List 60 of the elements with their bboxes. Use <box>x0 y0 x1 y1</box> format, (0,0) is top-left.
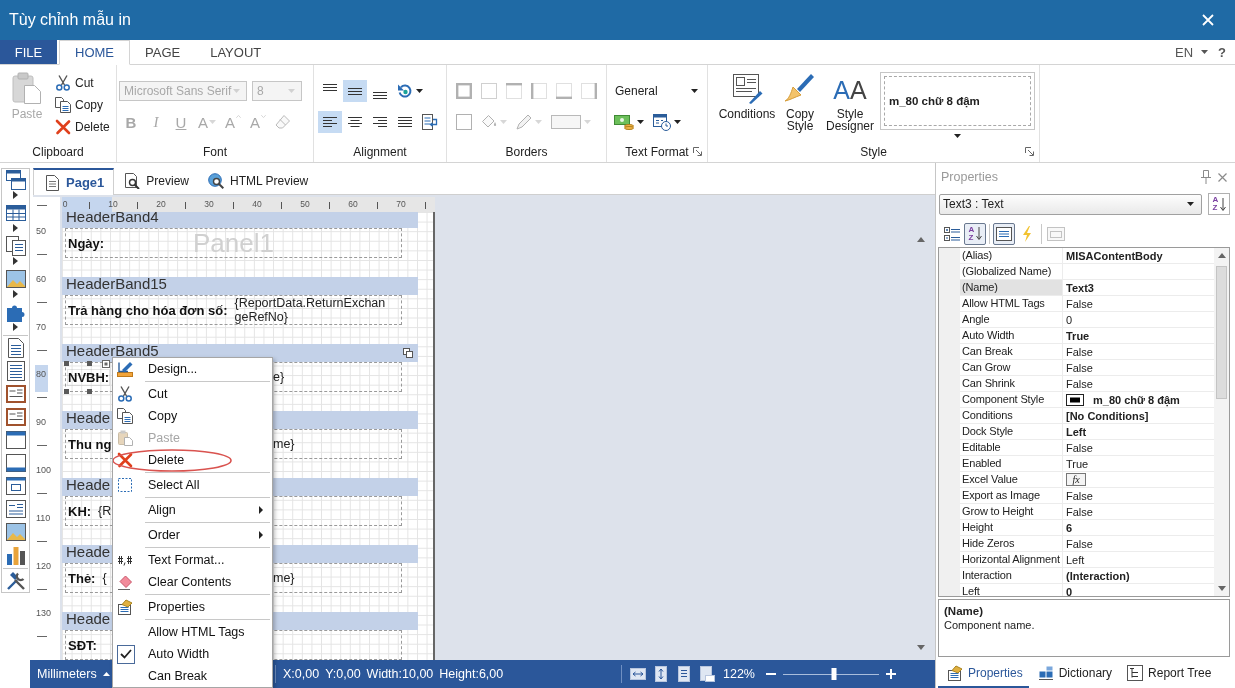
property-value: Text3 <box>1066 281 1094 294</box>
group-label: Borders <box>505 145 548 159</box>
property-value: Left <box>1066 553 1085 566</box>
group-label: Text Format <box>625 145 689 159</box>
band-title: HeaderBand4 <box>66 212 159 223</box>
band-title: Heade <box>66 411 111 424</box>
ruler-number: 10 <box>108 199 118 209</box>
description-title: (Name) <box>944 605 983 617</box>
ruler-number: 120 <box>36 559 52 572</box>
property-value: 0 <box>1066 313 1073 326</box>
property-value: 0 <box>1066 585 1073 596</box>
ruler-number: 40 <box>252 199 262 209</box>
zoom-level: 122% <box>723 667 755 681</box>
band-title: HeaderBand5 <box>66 344 159 357</box>
group-label: Alignment <box>353 145 407 159</box>
property-value: Left <box>1066 425 1087 438</box>
position-readout: Width:10,00 <box>366 667 434 681</box>
panel-title: Properties <box>941 170 998 184</box>
position-readout: Height:6,00 <box>439 667 504 681</box>
property-value: False <box>1066 361 1093 374</box>
ruler-number: 100 <box>36 464 52 476</box>
property-value: False <box>1066 345 1093 358</box>
property-value: False <box>1066 377 1093 390</box>
property-value: False <box>1066 505 1093 518</box>
ruler-number: 60 <box>348 199 358 209</box>
property-value: False <box>1066 297 1093 310</box>
position-readout: Y:0,00 <box>325 667 361 681</box>
property-value: MISAContentBody <box>1066 249 1163 262</box>
ruler-number: 20 <box>156 199 166 209</box>
ruler-number: 50 <box>36 225 46 237</box>
ruler-number: 80 <box>36 368 46 381</box>
ruler-number: 0 <box>62 199 68 209</box>
ruler-number: 110 <box>36 511 51 524</box>
band-title: HeaderBand15 <box>66 277 167 290</box>
position-readout: X:0,00 <box>283 667 320 681</box>
ruler-number: 60 <box>36 272 46 285</box>
ruler-number: 130 <box>36 607 52 620</box>
letters-icon: AA <box>833 72 867 104</box>
ruler-number: 50 <box>300 199 310 209</box>
band-title: Heade <box>66 612 111 625</box>
window-title: Tùy chỉnh mẫu in <box>9 11 132 29</box>
band-title: Heade <box>66 478 111 491</box>
ruler-number: 30 <box>204 199 214 209</box>
property-value: 6 <box>1066 521 1073 534</box>
property-value: m_80 chữ 8 đậm <box>1093 393 1180 406</box>
description-text: Component name. <box>944 619 1035 631</box>
property-value: False <box>1066 441 1093 454</box>
property-value: (Interaction) <box>1066 569 1130 582</box>
ruler-number: 70 <box>396 199 406 209</box>
ruler-number: 90 <box>36 416 46 429</box>
property-value: False <box>1066 489 1093 502</box>
group-label: Font <box>203 145 227 159</box>
property-value: True <box>1066 329 1090 342</box>
property-value: [No Conditions] <box>1066 409 1149 422</box>
property-value: True <box>1066 457 1089 470</box>
band-title: Heade <box>66 545 111 558</box>
property-value: False <box>1066 537 1093 550</box>
group-label: Clipboard <box>32 145 84 159</box>
group-label: Style <box>860 145 887 159</box>
ruler-number: 70 <box>36 320 46 333</box>
